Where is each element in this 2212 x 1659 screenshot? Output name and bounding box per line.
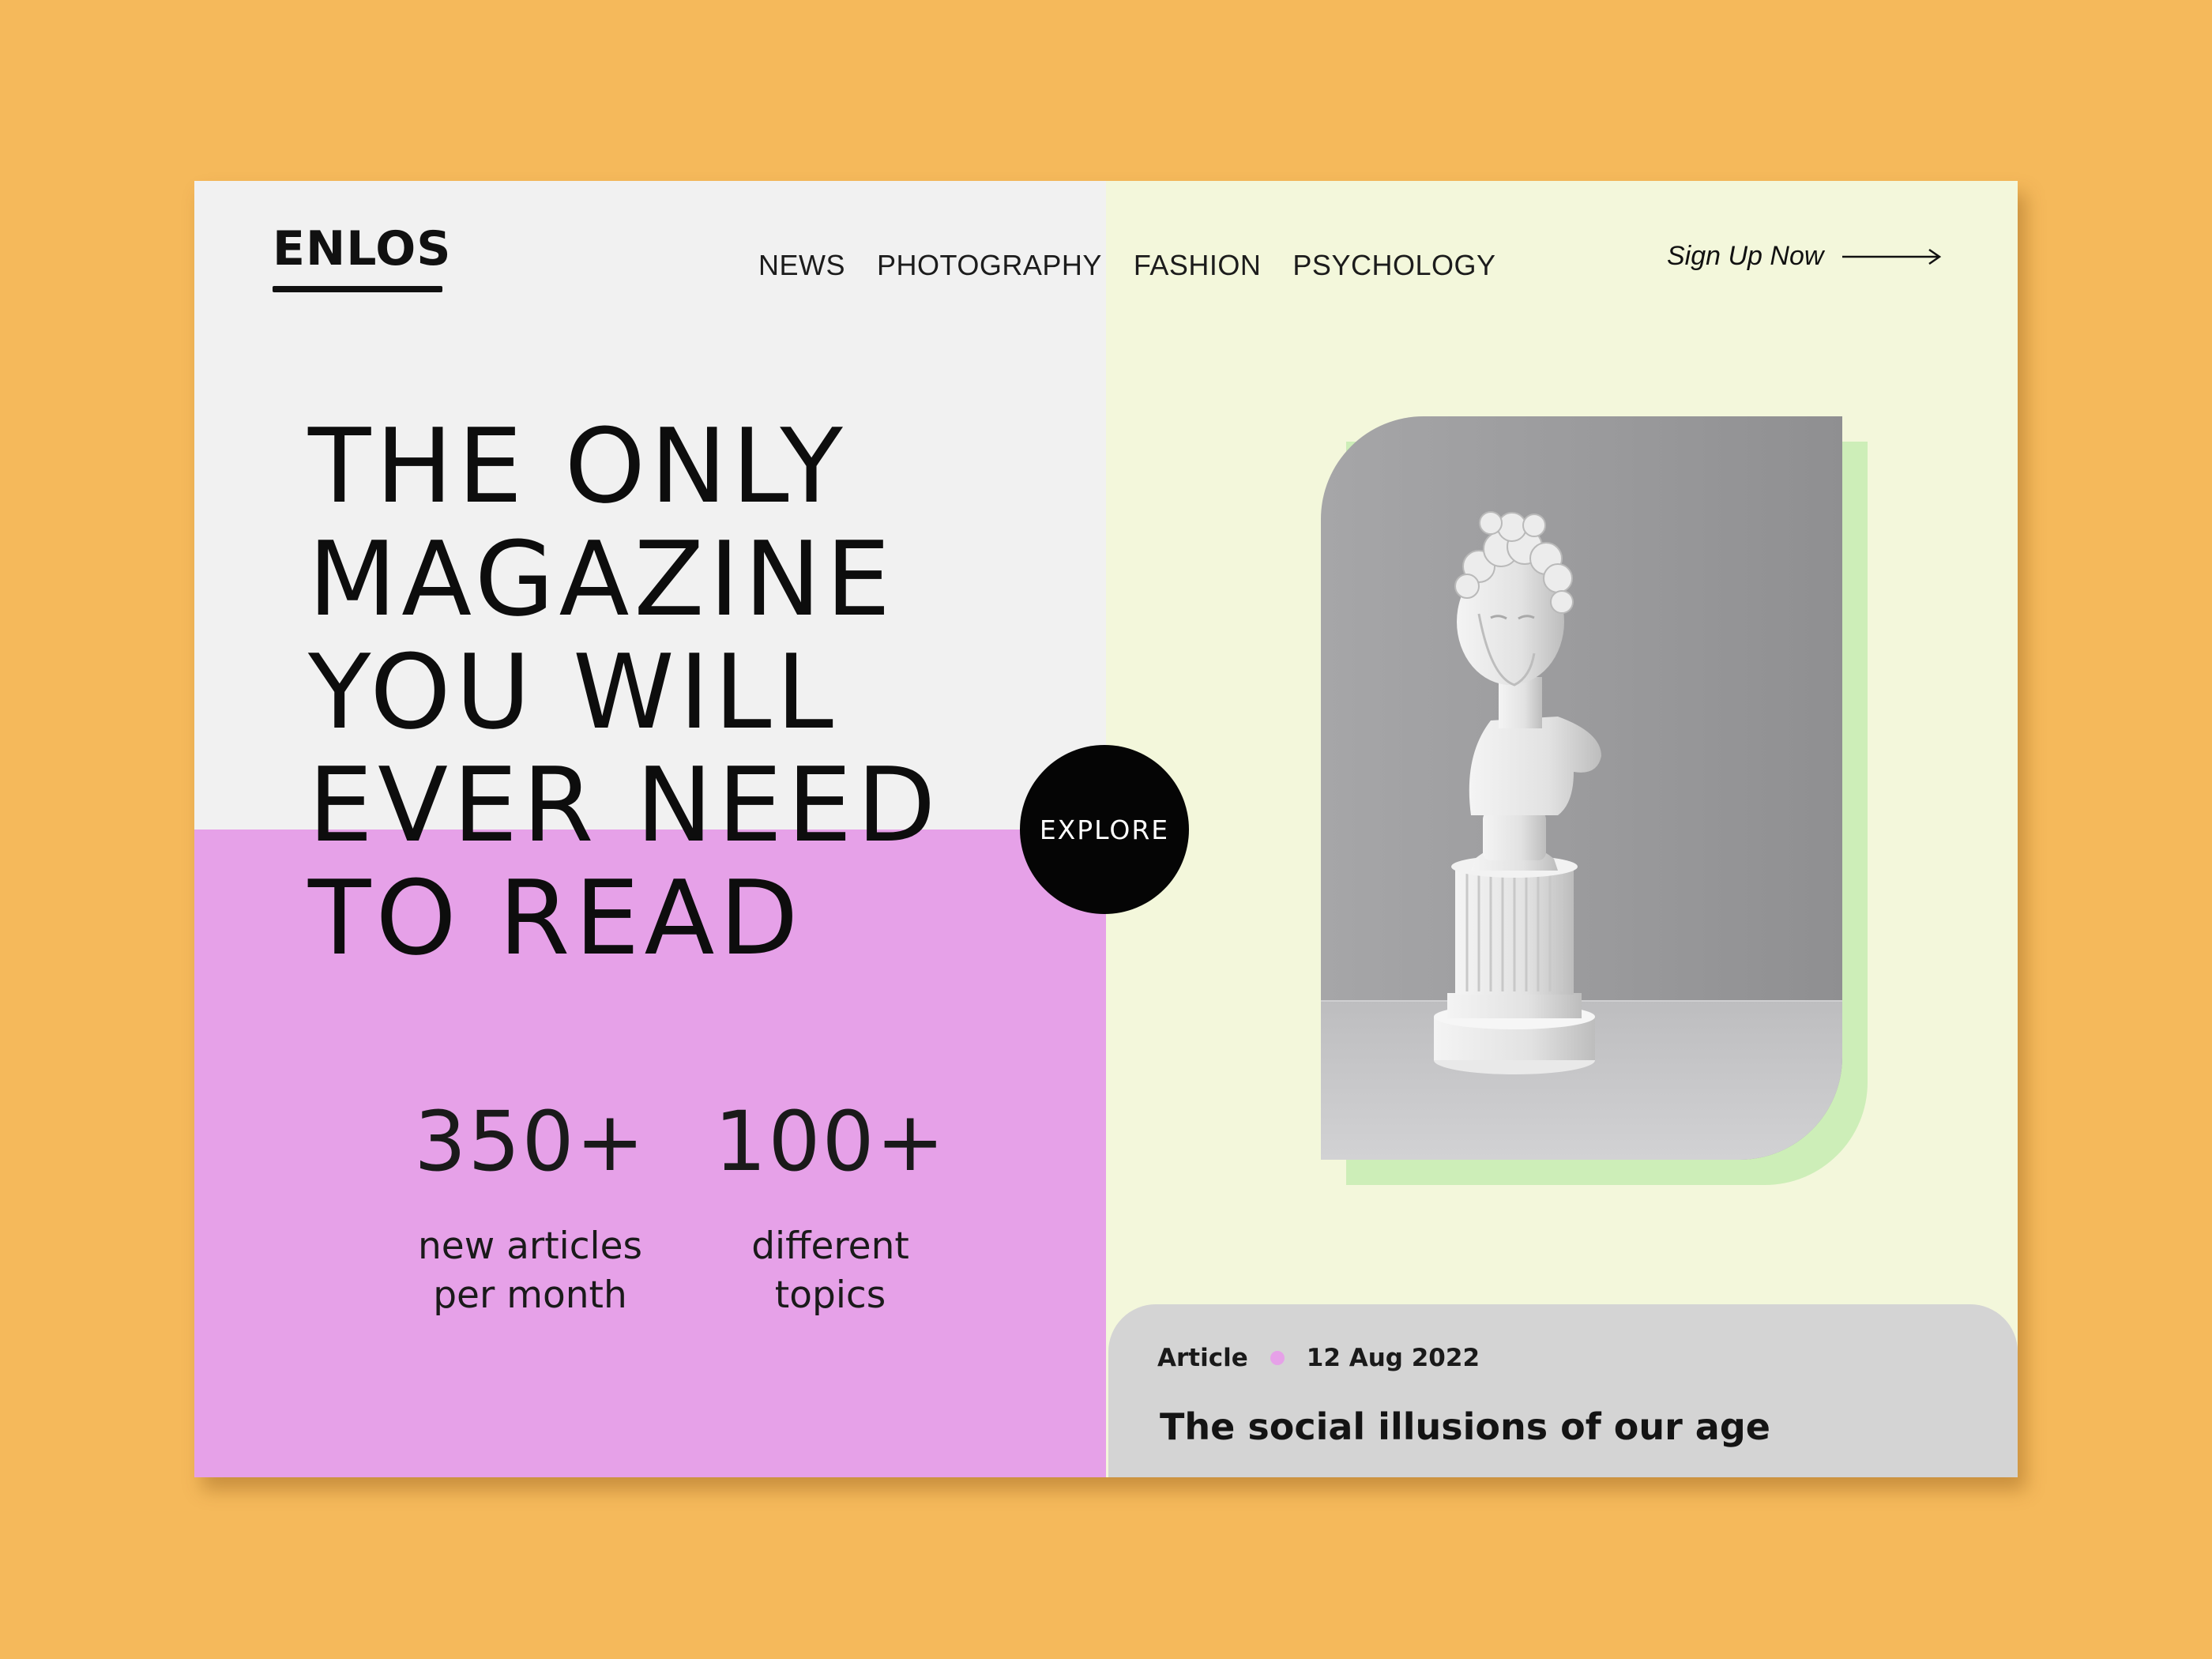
stat-label-line: topics [774, 1273, 886, 1317]
article-meta: Article 12 Aug 2022 [1157, 1344, 1480, 1372]
nav-item-news[interactable]: NEWS [758, 249, 845, 282]
stat-articles: 350+ new articles per month [360, 1100, 700, 1320]
stat-label-line: new articles [418, 1224, 642, 1268]
headline-line: YOU WILL [308, 632, 838, 752]
stat-label-line: per month [433, 1273, 627, 1317]
bust-statue-illustration [1321, 511, 1842, 1160]
nav-item-psychology[interactable]: PSYCHOLOGY [1292, 249, 1495, 282]
logo-underline [273, 286, 442, 292]
article-date: 12 Aug 2022 [1306, 1344, 1480, 1372]
stat-label-line: different [751, 1224, 909, 1268]
hero-headline: THE ONLY MAGAZINE YOU WILL EVER NEED TO … [308, 410, 940, 975]
headline-line: TO READ [308, 858, 803, 978]
landing-card: ENLOS NEWS PHOTOGRAPHY FASHION PSYCHOLOG… [194, 181, 2018, 1477]
stat-number: 100+ [714, 1093, 946, 1190]
article-title[interactable]: The social illusions of our age [1160, 1405, 1770, 1448]
sign-up-link[interactable]: Sign Up Now [1667, 241, 1942, 272]
stat-number: 350+ [414, 1093, 646, 1190]
article-card[interactable]: Article 12 Aug 2022 The social illusions… [1108, 1304, 2018, 1477]
sign-up-label: Sign Up Now [1667, 241, 1824, 271]
stat-label: different topics [660, 1222, 1000, 1320]
headline-line: THE ONLY [308, 406, 848, 526]
nav-item-photography[interactable]: PHOTOGRAPHY [877, 249, 1102, 282]
article-type: Article [1157, 1344, 1248, 1372]
dot-separator-icon [1270, 1351, 1285, 1365]
arrow-right-icon [1842, 248, 1942, 265]
stat-topics: 100+ different topics [660, 1100, 1000, 1320]
explore-button[interactable]: EXPLORE [1020, 745, 1189, 914]
stat-label: new articles per month [360, 1222, 700, 1320]
brand-logo[interactable]: ENLOS [273, 225, 452, 273]
main-nav: NEWS PHOTOGRAPHY FASHION PSYCHOLOGY [758, 249, 1496, 282]
nav-item-fashion[interactable]: FASHION [1134, 249, 1262, 282]
featured-image[interactable] [1321, 416, 1842, 1160]
headline-line: EVER NEED [308, 745, 941, 865]
headline-line: MAGAZINE [308, 519, 896, 639]
